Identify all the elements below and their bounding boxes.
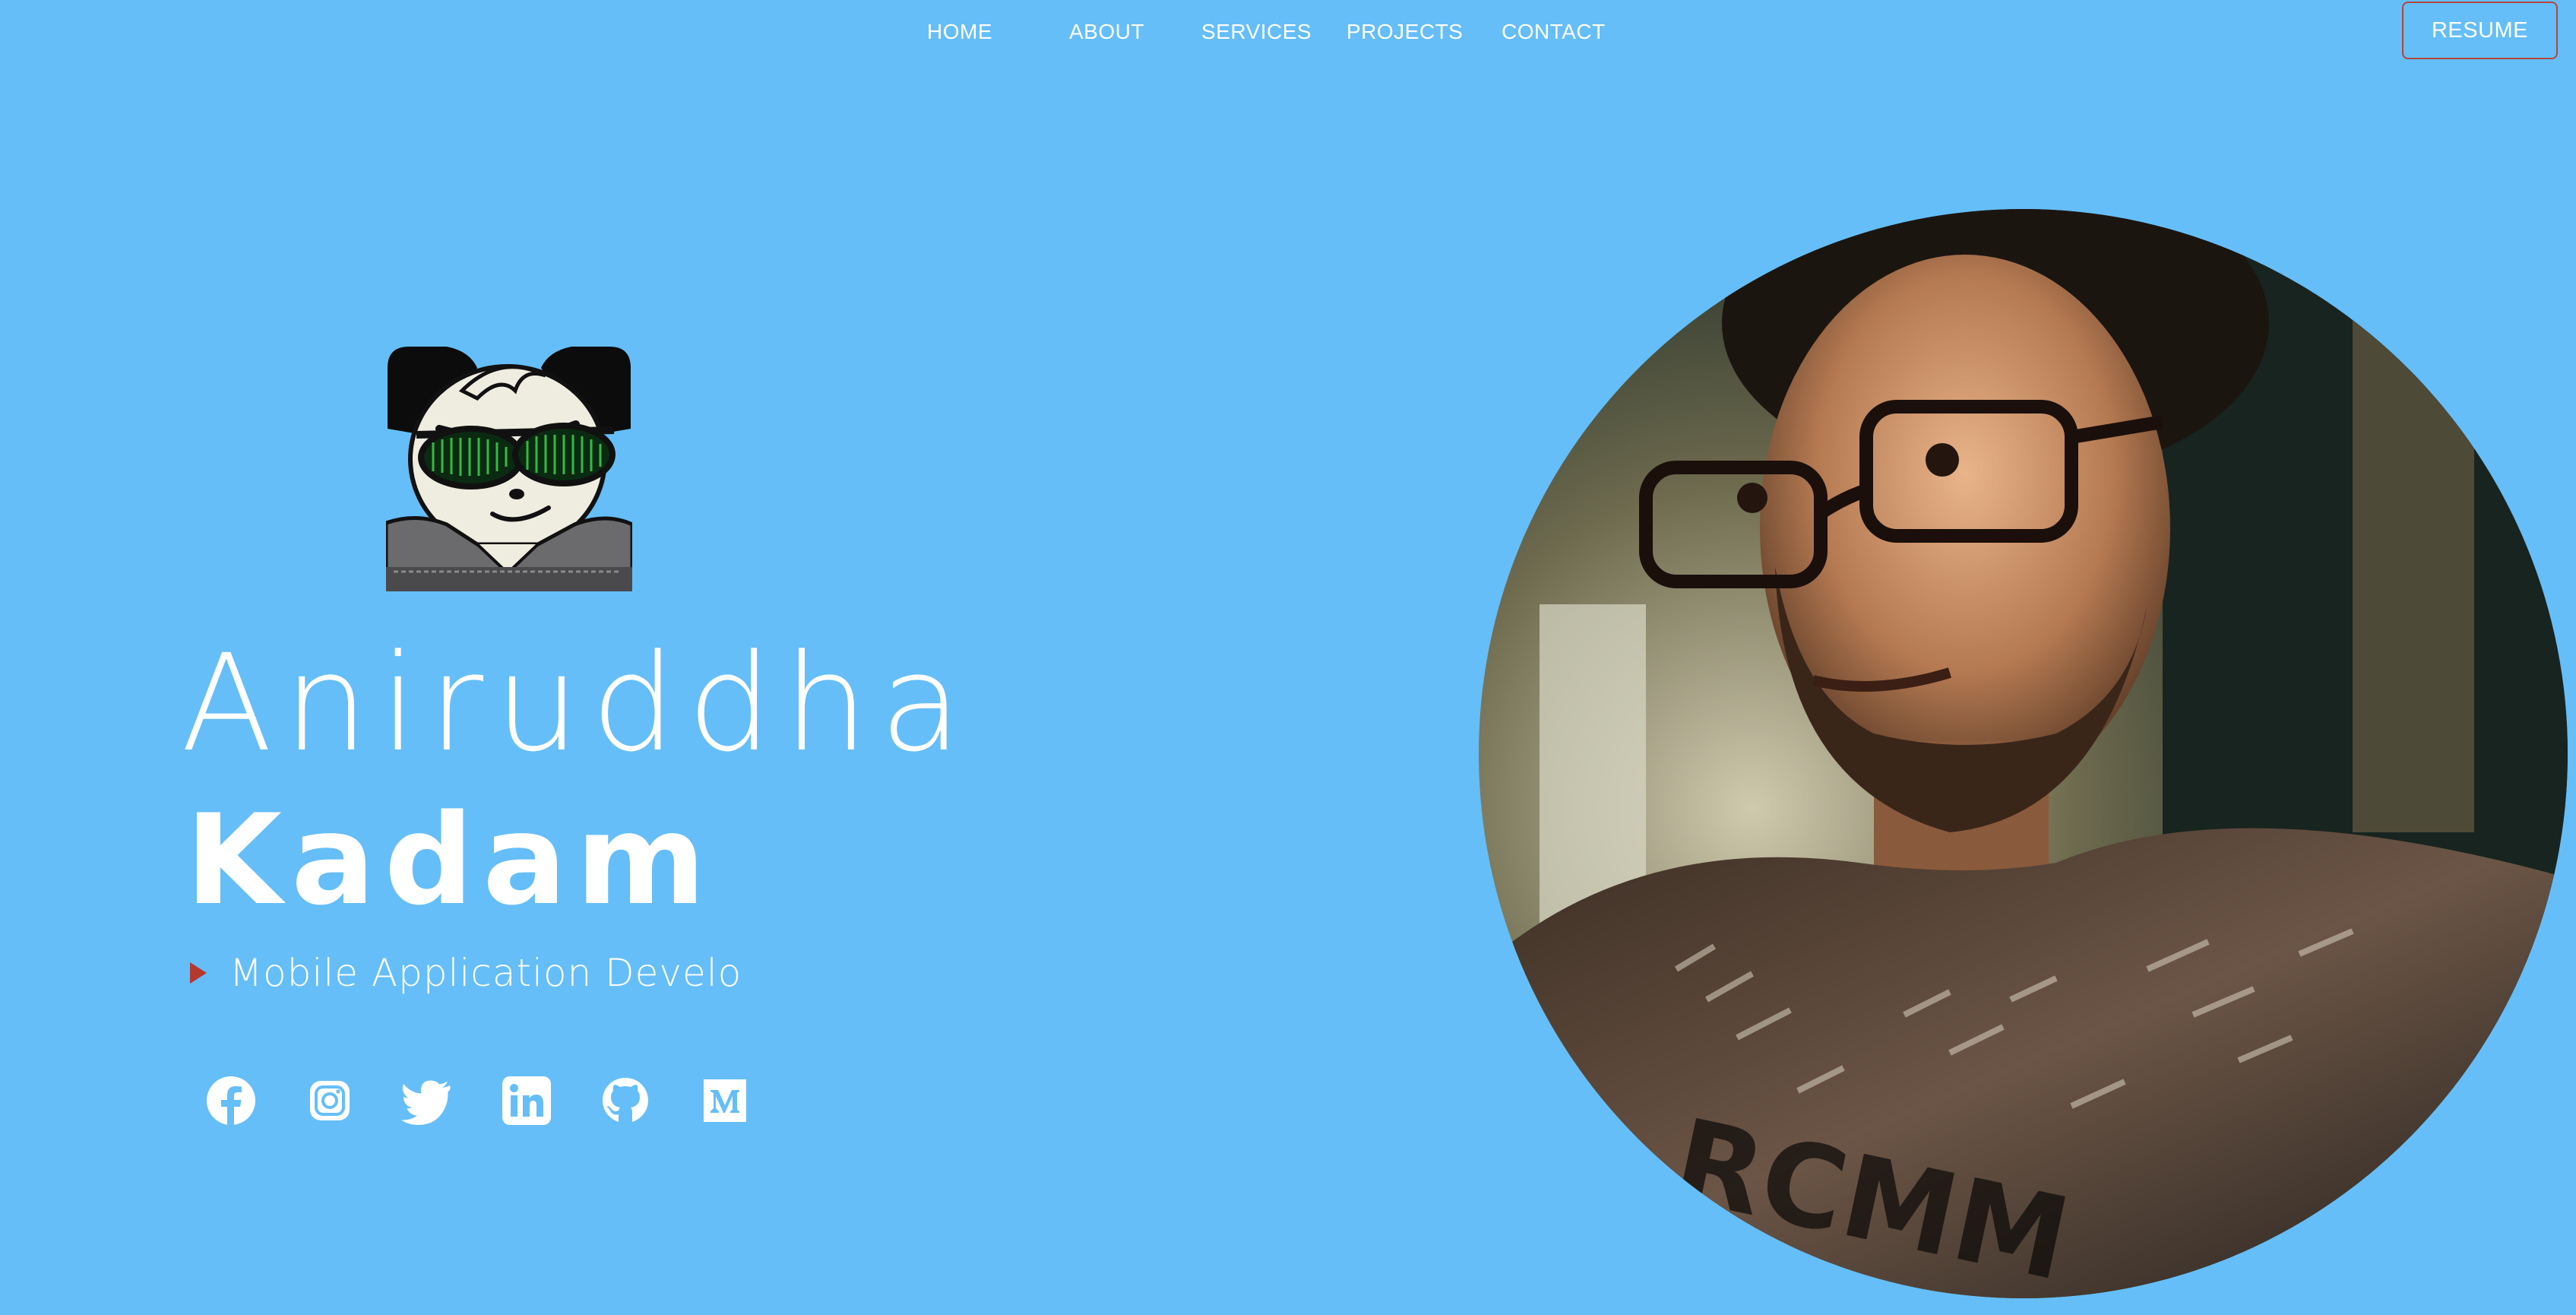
first-name-heading: Aniruddha (181, 626, 973, 781)
medium-icon[interactable] (698, 1073, 752, 1128)
cartoon-avatar (384, 345, 635, 594)
role-line: Mobile Application Develo (190, 950, 742, 996)
resume-button[interactable]: RESUME (2402, 2, 2558, 59)
role-text: Mobile Application Develo (229, 951, 742, 995)
nav-home-link[interactable]: HOME (927, 20, 992, 44)
nav-about-link[interactable]: ABOUT (1069, 20, 1144, 44)
nav-services-link[interactable]: SERVICES (1201, 20, 1312, 44)
github-icon[interactable] (598, 1073, 653, 1128)
instagram-icon[interactable] (302, 1073, 357, 1128)
play-arrow-icon (190, 962, 207, 984)
last-name-heading: Kadam (185, 787, 715, 933)
linkedin-icon[interactable] (499, 1073, 554, 1128)
twitter-icon[interactable] (400, 1073, 454, 1128)
home-page: HOME ABOUT SERVICES PROJECTS CONTACT RES… (0, 0, 2576, 1315)
top-nav: HOME ABOUT SERVICES PROJECTS CONTACT RES… (0, 0, 2576, 65)
nav-projects-link[interactable]: PROJECTS (1347, 20, 1463, 44)
facebook-icon[interactable] (204, 1073, 258, 1128)
profile-photo: RCMM (1479, 209, 2568, 1298)
nav-contact-link[interactable]: CONTACT (1502, 20, 1606, 44)
